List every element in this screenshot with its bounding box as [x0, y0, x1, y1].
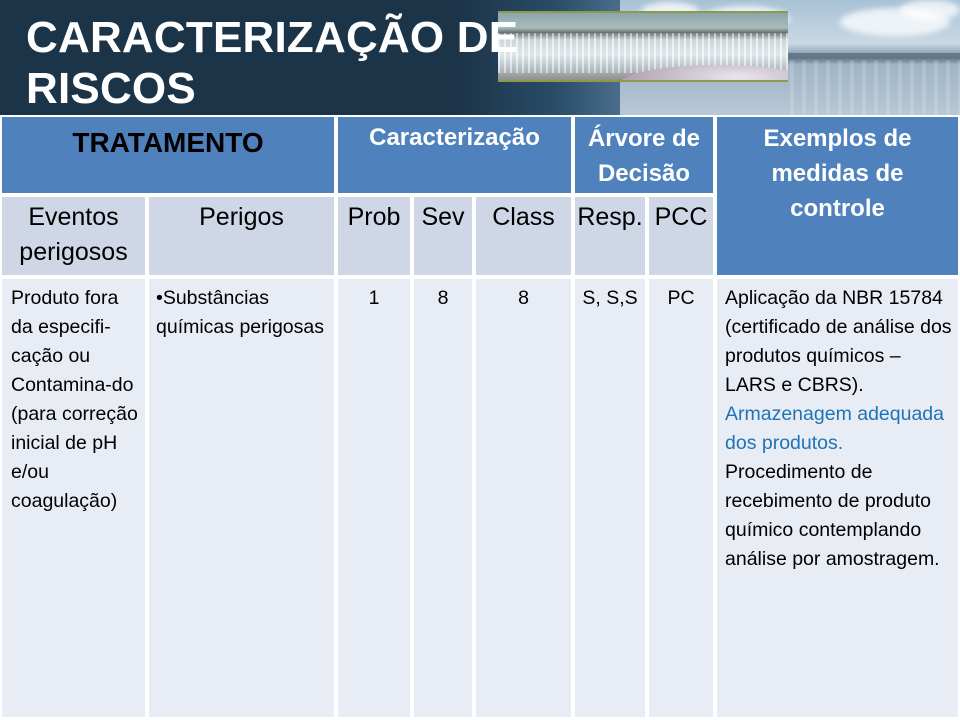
lake-horizon	[785, 53, 960, 59]
risk-table: TRATAMENTO Caracterização Árvore de Deci…	[0, 115, 960, 720]
cloud-shape	[900, 0, 960, 20]
medidas-text-procedimento: Procedimento de recebimento de produto q…	[725, 461, 940, 570]
cell-medidas-de-controle: Aplicação da NBR 15784 (certificado de a…	[717, 279, 958, 717]
lake-reflection	[790, 60, 960, 115]
header-resp: Resp.	[575, 197, 645, 275]
header-eventos-perigosos: Eventos perigosos	[2, 197, 145, 275]
slide-title: CARACTERIZAÇÃO DE RISCOS	[26, 13, 519, 113]
cell-pcc: PC	[649, 279, 713, 717]
header-class: Class	[476, 197, 571, 275]
medidas-text-armazenagem: Armazenagem adequada dos produtos.	[725, 403, 944, 454]
header-caracterizacao: Caracterização	[338, 117, 571, 193]
slide-banner: CARACTERIZAÇÃO DE RISCOS	[0, 0, 960, 115]
header-prob: Prob	[338, 197, 410, 275]
header-sev: Sev	[414, 197, 472, 275]
cell-prob: 1	[338, 279, 410, 717]
header-tratamento: TRATAMENTO	[2, 117, 334, 193]
cell-class: 8	[476, 279, 571, 717]
cell-resp: S, S,S	[575, 279, 645, 717]
header-pcc: PCC	[649, 197, 713, 275]
header-perigos: Perigos	[149, 197, 334, 275]
header-arvore-de-decisao: Árvore de Decisão	[575, 117, 713, 193]
cell-perigos: •Substâncias químicas perigosas	[149, 279, 334, 717]
header-exemplos-medidas: Exemplos de medidas de controle	[717, 117, 958, 275]
medidas-text-nbr: Aplicação da NBR 15784 (certificado de a…	[725, 287, 952, 396]
cell-sev: 8	[414, 279, 472, 717]
cell-eventos-perigosos: Produto fora da especifi-cação ou Contam…	[2, 279, 145, 717]
